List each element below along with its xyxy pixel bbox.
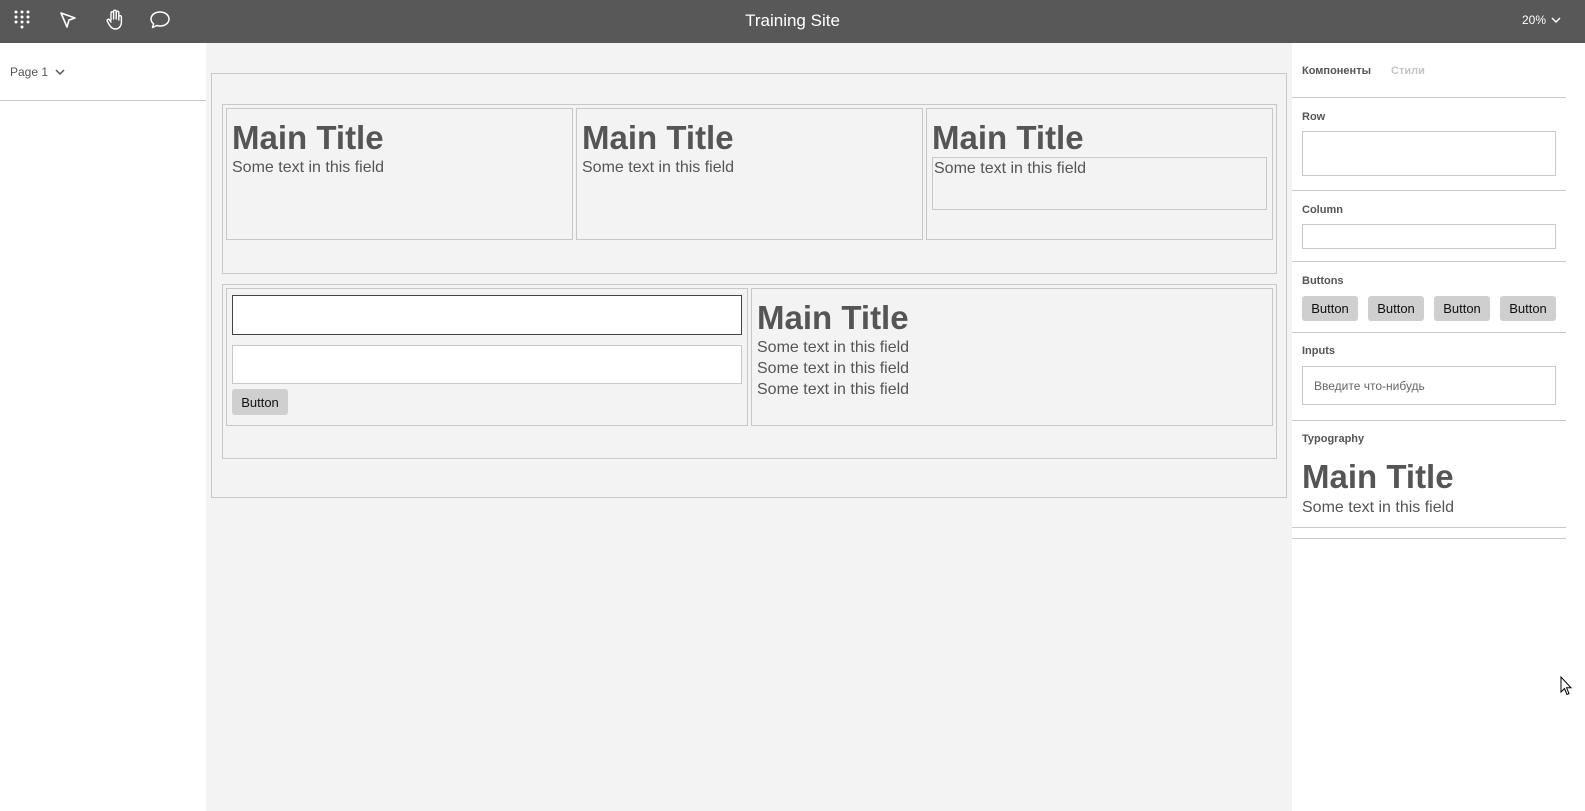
body-text: Some text in this field	[232, 159, 385, 176]
zoom-select[interactable]: 20%	[1522, 13, 1561, 27]
section-label-row: Row	[1302, 111, 1326, 123]
divider	[1292, 261, 1566, 262]
main-title: Main Title	[932, 119, 1084, 156]
app-title: Training Site	[745, 11, 840, 30]
button-component-2[interactable]: Button	[1368, 296, 1424, 321]
divider	[1292, 190, 1566, 191]
design-canvas[interactable]: Main Title Some text in this field Main …	[206, 43, 1292, 811]
input-component[interactable]: Введите что-нибудь	[1302, 366, 1556, 405]
apps-grid-icon[interactable]	[8, 6, 36, 34]
text-block[interactable]: Some text in this field	[932, 157, 1267, 210]
column-component[interactable]	[1302, 224, 1556, 249]
hand-pan-icon[interactable]	[101, 6, 129, 34]
section-label-typography: Typography	[1302, 433, 1365, 445]
page-frame[interactable]: Main Title Some text in this field Main …	[211, 73, 1287, 498]
row-1[interactable]: Main Title Some text in this field Main …	[222, 104, 1277, 274]
page-selector[interactable]: Page 1	[10, 65, 65, 79]
divider	[1292, 97, 1566, 98]
typography-title[interactable]: Main Title	[1302, 458, 1454, 496]
main-title: Main Title	[757, 299, 909, 336]
text-column[interactable]: Main Title Some text in this field Some …	[751, 288, 1273, 426]
text-input-2[interactable]	[232, 345, 742, 384]
body-text: Some text in this field	[757, 360, 910, 377]
typography-text[interactable]: Some text in this field	[1302, 499, 1454, 517]
form-column[interactable]: Button	[226, 288, 748, 426]
button-component-3[interactable]: Button	[1434, 296, 1490, 321]
body-text: Some text in this field	[757, 339, 910, 356]
pages-panel: Page 1	[0, 43, 206, 811]
main-title: Main Title	[582, 119, 734, 156]
divider	[1292, 538, 1566, 539]
button-component-4[interactable]: Button	[1500, 296, 1556, 321]
tab-styles[interactable]: Стили	[1391, 65, 1425, 77]
column-1[interactable]: Main Title Some text in this field	[226, 108, 573, 240]
divider	[0, 100, 206, 101]
row-component[interactable]	[1302, 131, 1556, 176]
tab-components[interactable]: Компоненты	[1302, 65, 1371, 77]
button-component-1[interactable]: Button	[1302, 296, 1358, 321]
pointer-arrow-icon[interactable]	[54, 6, 82, 34]
divider	[1292, 420, 1566, 421]
section-label-inputs: Inputs	[1302, 345, 1335, 357]
body-text: Some text in this field	[582, 159, 735, 176]
zoom-value: 20%	[1521, 13, 1546, 27]
mouse-cursor-icon	[1560, 675, 1573, 701]
body-text: Some text in this field	[757, 381, 910, 398]
input-placeholder: Введите что-нибудь	[1314, 378, 1425, 393]
comment-bubble-icon[interactable]	[146, 6, 174, 34]
form-button[interactable]: Button	[232, 389, 288, 415]
section-label-column: Column	[1302, 204, 1343, 216]
text-input-1[interactable]	[232, 295, 742, 335]
section-label-buttons: Buttons	[1302, 275, 1344, 287]
top-toolbar: Training Site 20%	[0, 0, 1585, 43]
chevron-down-icon	[1551, 16, 1561, 23]
main-title: Main Title	[232, 119, 384, 156]
row-2[interactable]: Button Main Title Some text in this fiel…	[222, 284, 1277, 459]
components-panel: Компоненты Стили Row Column Buttons Butt…	[1292, 43, 1566, 811]
column-2[interactable]: Main Title Some text in this field	[576, 108, 923, 240]
column-3[interactable]: Main Title Some text in this field	[926, 108, 1273, 240]
chevron-down-icon	[55, 68, 65, 75]
divider	[1292, 527, 1566, 528]
divider	[1292, 332, 1566, 333]
body-text: Some text in this field	[934, 160, 1087, 177]
page-label: Page 1	[10, 65, 49, 79]
